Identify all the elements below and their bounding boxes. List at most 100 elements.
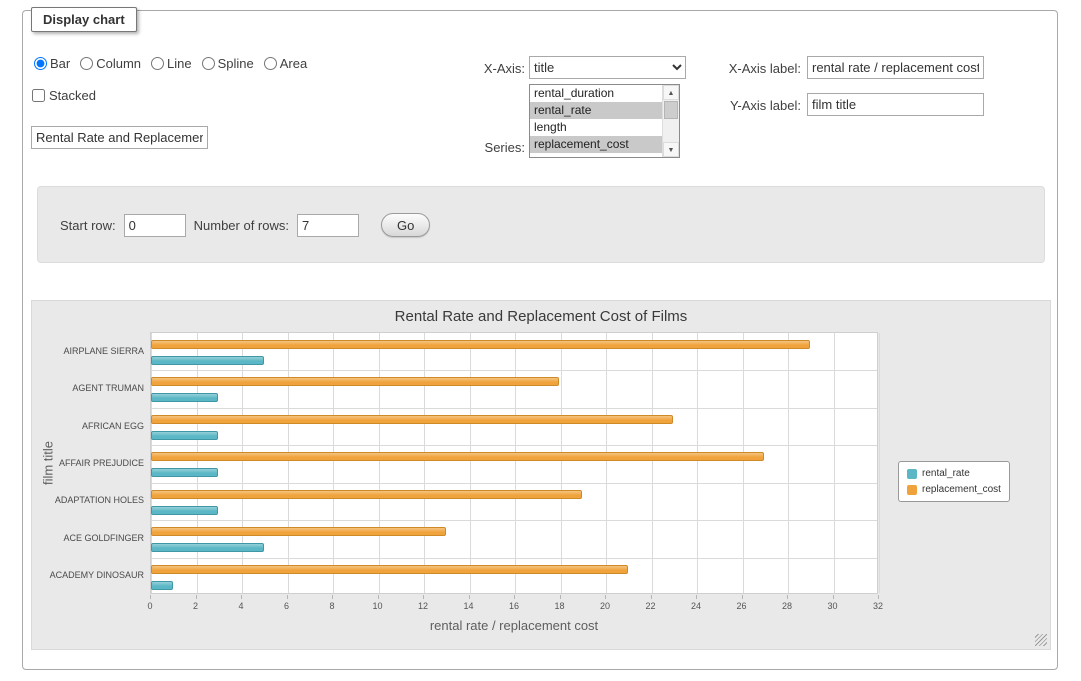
chart-title-input[interactable] (31, 126, 208, 149)
x-tick-label: 30 (813, 601, 853, 611)
x-axis-select-label: X-Axis: (433, 61, 525, 76)
gridline (151, 445, 877, 446)
chart-type-option-column[interactable]: Column (80, 56, 141, 71)
series-option-length[interactable]: length (530, 119, 662, 136)
legend-item-rental_rate[interactable]: rental_rate (907, 468, 1001, 479)
chart-type-radio-area[interactable] (264, 57, 277, 70)
x-axis-label-label: X-Axis label: (699, 61, 801, 76)
gridline (834, 333, 835, 593)
bar-rental_rate (151, 581, 173, 590)
x-tick-mark (469, 595, 470, 599)
resize-handle-icon[interactable] (1035, 634, 1047, 646)
legend-swatch-icon (907, 469, 917, 479)
stacked-checkbox[interactable] (32, 89, 45, 102)
x-tick-label: 20 (585, 601, 625, 611)
gridline (561, 333, 562, 593)
bar-rental_rate (151, 356, 264, 365)
category-label: AFRICAN EGG (32, 421, 144, 431)
x-tick-label: 0 (130, 601, 170, 611)
x-tick-mark (514, 595, 515, 599)
x-axis-select[interactable]: title (529, 56, 686, 79)
x-tick-mark (287, 595, 288, 599)
x-tick-mark (651, 595, 652, 599)
panel-legend: Display chart (31, 7, 137, 32)
chart-type-option-spline[interactable]: Spline (202, 56, 254, 71)
x-tick-mark (423, 595, 424, 599)
x-tick-mark (332, 595, 333, 599)
scroll-up-icon[interactable]: ▲ (663, 85, 679, 100)
rows-panel-controls: Start row: Number of rows: Go (60, 213, 430, 237)
series-multiselect[interactable]: rental_durationrental_ratelengthreplacem… (529, 84, 680, 158)
chart-container: Rental Rate and Replacement Cost of Film… (31, 300, 1051, 650)
start-row-label: Start row: (60, 218, 116, 233)
y-axis-label-input[interactable] (807, 93, 984, 116)
x-tick-mark (241, 595, 242, 599)
x-tick-label: 16 (494, 601, 534, 611)
go-button[interactable]: Go (381, 213, 430, 237)
gridline (151, 558, 877, 559)
page: Display chart Bar Column Line Spline Area St… (0, 0, 1081, 681)
stacked-label: Stacked (49, 88, 96, 103)
scrollbar-thumb[interactable] (664, 101, 678, 119)
number-of-rows-input[interactable] (297, 214, 359, 237)
gridline (242, 333, 243, 593)
start-row-input[interactable] (124, 214, 186, 237)
stacked-option[interactable]: Stacked (32, 88, 96, 103)
x-tick-label: 2 (176, 601, 216, 611)
chart-type-option-label: Line (167, 56, 192, 71)
chart-type-option-bar[interactable]: Bar (34, 56, 70, 71)
x-tick-label: 12 (403, 601, 443, 611)
chart-type-radio-line[interactable] (151, 57, 164, 70)
chart-type-option-label: Spline (218, 56, 254, 71)
series-option-replacement_cost[interactable]: replacement_cost (530, 136, 662, 153)
bar-rental_rate (151, 468, 218, 477)
x-tick-label: 10 (358, 601, 398, 611)
gridline (151, 483, 877, 484)
x-tick-mark (787, 595, 788, 599)
x-tick-mark (696, 595, 697, 599)
x-tick-mark (605, 595, 606, 599)
legend-item-replacement_cost[interactable]: replacement_cost (907, 484, 1001, 495)
gridline (197, 333, 198, 593)
chart-type-radio-spline[interactable] (202, 57, 215, 70)
chart-type-radio-group: Bar Column Line Spline Area (34, 56, 307, 71)
gridline (515, 333, 516, 593)
chart-type-option-area[interactable]: Area (264, 56, 307, 71)
gridline (743, 333, 744, 593)
x-tick-mark (378, 595, 379, 599)
x-tick-label: 22 (631, 601, 671, 611)
x-axis-ticks: 02468101214161820222426283032 (150, 601, 878, 615)
gridline (288, 333, 289, 593)
chart-type-option-label: Column (96, 56, 141, 71)
series-scrollbar[interactable]: ▲ ▼ (662, 85, 679, 157)
x-tick-label: 14 (449, 601, 489, 611)
series-option-rental_duration[interactable]: rental_duration (530, 85, 662, 102)
legend-label: replacement_cost (922, 484, 1001, 495)
x-tick-label: 24 (676, 601, 716, 611)
x-axis-title: rental rate / replacement cost (150, 618, 878, 633)
x-tick-label: 28 (767, 601, 807, 611)
plot-area (150, 332, 878, 594)
category-label: AFFAIR PREJUDICE (32, 458, 144, 468)
x-tick-mark (833, 595, 834, 599)
x-tick-mark (196, 595, 197, 599)
chart-type-radio-bar[interactable] (34, 57, 47, 70)
gridline (652, 333, 653, 593)
x-axis-label-input[interactable] (807, 56, 984, 79)
chart-legend: rental_rate replacement_cost (898, 461, 1010, 502)
bar-replacement_cost (151, 415, 673, 424)
gridline (788, 333, 789, 593)
x-tick-label: 32 (858, 601, 898, 611)
scroll-down-icon[interactable]: ▼ (663, 142, 679, 157)
number-of-rows-label: Number of rows: (194, 218, 289, 233)
category-label: ADAPTATION HOLES (32, 495, 144, 505)
gridline (151, 520, 877, 521)
chart-type-option-line[interactable]: Line (151, 56, 192, 71)
chart-type-radio-column[interactable] (80, 57, 93, 70)
gridline (424, 333, 425, 593)
chart-type-option-label: Area (280, 56, 307, 71)
gridline (151, 333, 152, 593)
series-option-rental_rate[interactable]: rental_rate (530, 102, 662, 119)
gridline (379, 333, 380, 593)
bar-rental_rate (151, 431, 218, 440)
